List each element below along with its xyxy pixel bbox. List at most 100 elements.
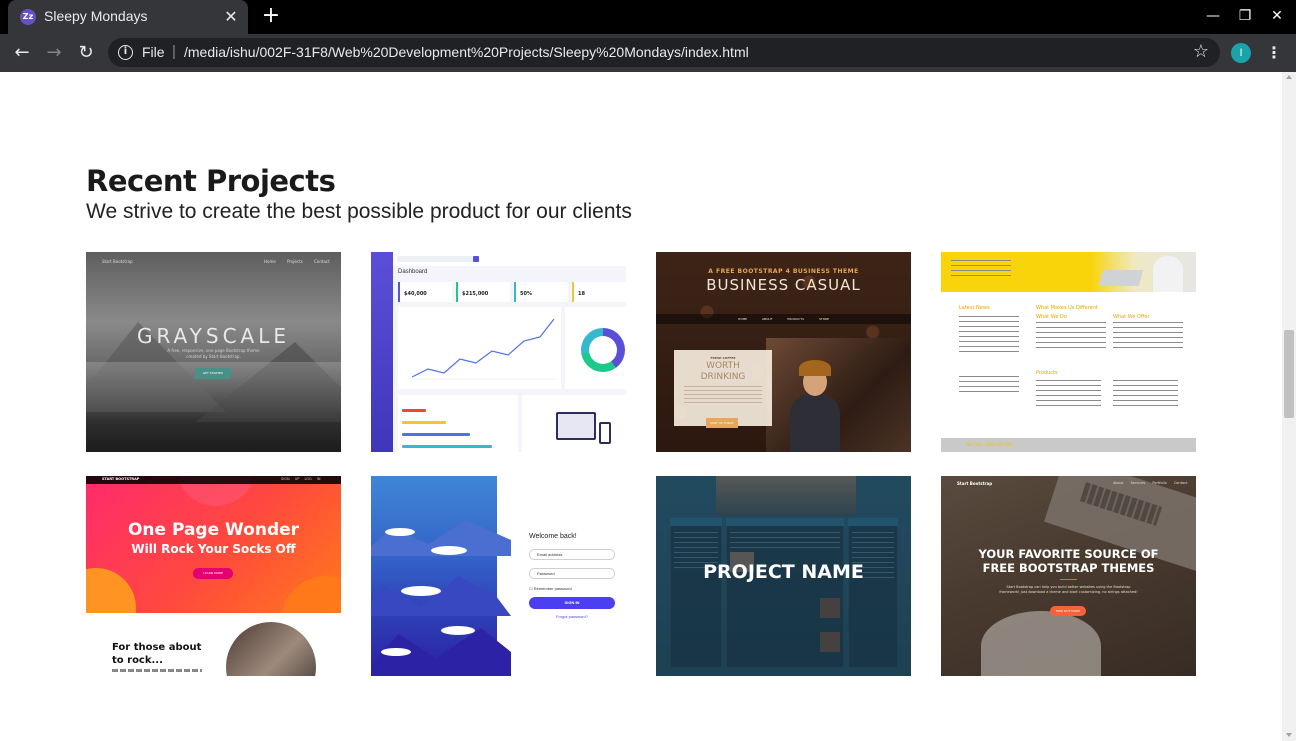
mountain-ridge <box>371 576 511 616</box>
cloud-shape <box>441 626 475 635</box>
thumb-remember-checkbox: ☐ Remember password <box>529 586 572 591</box>
box-title-line: WORTH <box>706 361 740 371</box>
info-icon[interactable]: i <box>118 45 133 60</box>
thumb-intro-box: FRESH COFFEE WORTH DRINKING <box>674 350 772 426</box>
thumb-title-line: FREE BOOTSTRAP THEMES <box>982 561 1155 575</box>
progress-bar <box>402 445 492 448</box>
project-card-project-name[interactable]: PROJECT NAME <box>656 476 911 676</box>
stat-card: $40,000 <box>398 282 452 302</box>
reload-icon[interactable]: ↻ <box>73 40 99 66</box>
thumb-password-field: Password <box>529 568 615 579</box>
project-card-yellow-business[interactable]: Latest News What Makes Us Different What… <box>941 252 1196 452</box>
monitor-illustration <box>556 412 596 440</box>
thumb-button: LEARN MORE <box>193 568 233 579</box>
thumb-title: YOUR FAVORITE SOURCE OF FREE BOOTSTRAP T… <box>941 547 1196 575</box>
thumb-title-line: YOUR FAVORITE SOURCE OF <box>978 547 1159 561</box>
minimize-icon[interactable]: — <box>1201 6 1225 26</box>
thumb-title: One Page Wonder <box>127 520 300 540</box>
thumb-subtitle: A free, responsive, one page Bootstrap t… <box>86 348 341 360</box>
barista-hat <box>799 360 831 376</box>
shade-overlay <box>941 476 1196 676</box>
back-arrow-icon[interactable]: ← <box>9 40 35 66</box>
cloud-shape <box>381 648 411 656</box>
stat-card: 18 <box>572 282 626 302</box>
box-paragraph <box>684 386 762 406</box>
close-icon[interactable]: ✕ <box>222 8 240 26</box>
remember-label: Remember password <box>533 586 572 591</box>
box-title: WORTH DRINKING <box>674 361 772 383</box>
column-title: What Makes Us Different <box>1036 305 1098 311</box>
url-text[interactable]: /media/ishu/002F-31F8/Web%20Development%… <box>184 44 749 60</box>
thumb-body: Start Bootstrap can help you build bette… <box>941 585 1196 595</box>
box-kicker: FRESH COFFEE <box>710 356 736 360</box>
thumb-title: Welcome back! <box>529 533 577 540</box>
project-card-login[interactable]: Welcome back! Email address Password ☐ R… <box>371 476 626 676</box>
stat-value: $215,000 <box>462 291 489 297</box>
thumb-email-field: Email address <box>529 549 615 560</box>
laptop-shape <box>1098 270 1144 286</box>
scroll-down-arrow-icon[interactable] <box>1286 733 1292 737</box>
url-separator: | <box>172 43 176 60</box>
thumb-brand: Start Bootstrap <box>957 481 993 486</box>
header-text-lines <box>951 260 1011 276</box>
project-card-dashboard[interactable]: Dashboard $40,000 $215,000 50% 18 <box>371 252 626 452</box>
stat-value: $40,000 <box>404 291 427 297</box>
thumb-nav-links: Home Projects Contact <box>264 259 330 264</box>
box-title-line: DRINKING <box>700 372 746 382</box>
tab-title: Sleepy Mondays <box>44 8 148 24</box>
thumb-forgot-link: Forgot password? <box>555 614 588 619</box>
progress-bar <box>402 409 426 412</box>
column-title: What We Do <box>1036 314 1067 320</box>
project-name-overlay: PROJECT NAME <box>703 561 864 583</box>
scheme-label: File <box>142 44 165 60</box>
vertical-scrollbar[interactable] <box>1282 72 1296 741</box>
thumb-button: SIGN IN <box>529 597 615 609</box>
thumb-title: Dashboard <box>398 269 428 275</box>
project-card-business-casual[interactable]: A FREE BOOTSTRAP 4 BUSINESS THEME BUSINE… <box>656 252 911 452</box>
thumb-title: BUSINESS CASUAL <box>706 276 861 294</box>
dashboard-sidebar <box>371 252 393 452</box>
column-title: Latest News <box>959 305 990 311</box>
earnings-line-chart <box>408 318 556 380</box>
plus-icon[interactable]: + <box>260 5 282 27</box>
stat-card: 50% <box>514 282 568 302</box>
maximize-icon[interactable]: ❐ <box>1233 6 1257 26</box>
cloud-shape <box>385 528 415 536</box>
page-viewport: Recent Projects We strive to create the … <box>0 72 1282 741</box>
tab-sleepy-mondays[interactable]: Zz Sleepy Mondays ✕ <box>8 0 248 34</box>
kebab-menu-icon[interactable]: ⋮ <box>1264 41 1284 65</box>
thumb-brand: START BOOTSTRAP <box>102 477 140 481</box>
column-text-lines <box>959 376 1019 396</box>
forward-arrow-icon[interactable]: → <box>41 40 67 66</box>
browser-toolbar: ← → ↻ i File | /media/ishu/002F-31F8/Web… <box>0 34 1296 72</box>
accent-divider <box>1060 579 1077 580</box>
dashboard-search <box>397 256 477 262</box>
thumb-footer: Toll Free: 1800 000 000 <box>941 438 1196 452</box>
tab-strip: Zz Sleepy Mondays ✕ + — ❐ ✕ <box>0 0 1296 34</box>
scrollbar-thumb[interactable] <box>1284 330 1294 418</box>
stat-value: 18 <box>578 291 585 297</box>
scroll-up-arrow-icon[interactable] <box>1286 75 1292 79</box>
thumb-button: VISIT US TODAY <box>706 418 738 428</box>
window-close-icon[interactable]: ✕ <box>1265 6 1289 26</box>
thumb-brand: Start Bootstrap <box>102 259 133 264</box>
section-title: Recent Projects <box>86 164 336 198</box>
stat-card: $215,000 <box>456 282 510 302</box>
stat-value: 50% <box>520 291 532 297</box>
address-bar[interactable]: i File | /media/ishu/002F-31F8/Web%20Dev… <box>108 38 1220 67</box>
thumb-subtitle: Will Rock Your Socks Off <box>131 542 296 556</box>
favicon-icon: Zz <box>20 9 36 25</box>
thumb-kicker: A FREE BOOTSTRAP 4 BUSINESS THEME <box>708 268 859 275</box>
column-title: Products <box>1036 370 1058 376</box>
earnings-chart-card <box>398 307 561 389</box>
thumb-heading-line: For those about <box>112 642 202 653</box>
barista-figure <box>790 394 840 452</box>
progress-bar <box>402 433 470 436</box>
column-text-lines <box>959 316 1019 352</box>
profile-avatar[interactable]: I <box>1231 43 1251 63</box>
project-card-grayscale[interactable]: Start Bootstrap Home Projects Contact GR… <box>86 252 341 452</box>
mountain-ridge <box>371 628 511 676</box>
project-card-start-bootstrap[interactable]: Start Bootstrap About Services Portfolio… <box>941 476 1196 676</box>
project-card-one-page-wonder[interactable]: START BOOTSTRAP SIGN UP LOG IN One Page … <box>86 476 341 676</box>
star-icon[interactable]: ☆ <box>1190 41 1212 63</box>
